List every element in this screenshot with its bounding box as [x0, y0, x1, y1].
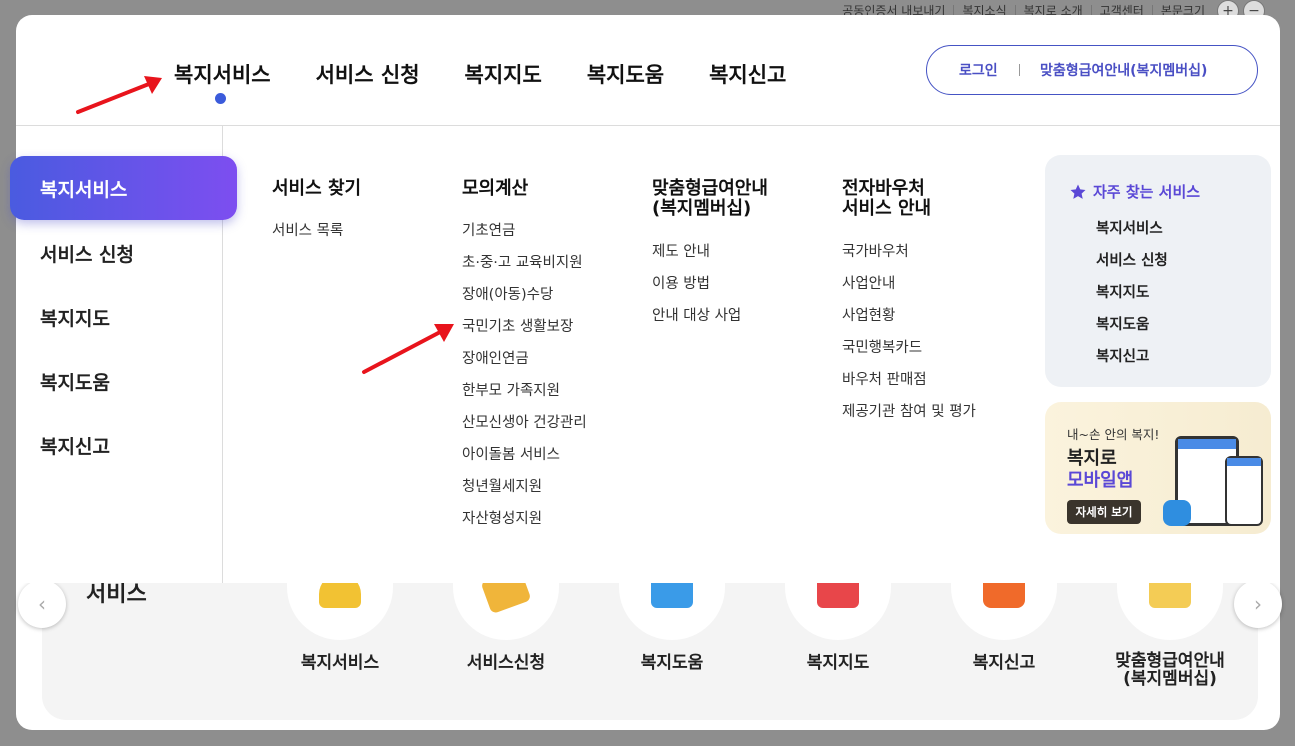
side-item-welfare-report[interactable]: 복지신고 [40, 432, 110, 459]
chevron-left-icon: ‹ [38, 592, 46, 616]
service-card-label: 복지도움 [640, 653, 704, 673]
app-banner-subtitle: 모바일앱 [1067, 470, 1134, 491]
menu-link-youth-rent[interactable]: 청년월세지원 [462, 479, 542, 495]
star-icon [1070, 184, 1086, 199]
carousel-next-button[interactable]: › [1234, 580, 1282, 628]
favorites-box: 자주 찾는 서비스 복지서비스 서비스 신청 복지지도 복지도움 복지신고 [1045, 155, 1271, 387]
menu-link-childcare[interactable]: 아이돌봄 서비스 [462, 447, 560, 463]
side-item-welfare-map[interactable]: 복지지도 [40, 304, 110, 331]
menu-link-service-list[interactable]: 서비스 목록 [272, 223, 343, 239]
gnb-item-welfare-help[interactable]: 복지도움 [587, 59, 664, 89]
menu-link-basic-livelihood[interactable]: 국민기초 생활보장 [462, 319, 573, 335]
favorites-title: 자주 찾는 서비스 [1093, 183, 1201, 201]
menu-column-simulation: 모의계산 기초연금 초·중·고 교육비지원 장애(아동)수당 국민기초 생활보장… [462, 178, 587, 528]
login-button[interactable]: 로그인 [927, 60, 1019, 80]
annotation-arrow-icon [76, 76, 162, 114]
menu-column-voucher: 전자바우처 서비스 안내 국가바우처 사업안내 사업현황 국민행복카드 바우처 … [842, 178, 976, 421]
menu-link-single-parent[interactable]: 한부모 가족지원 [462, 383, 560, 399]
menu-column-find-service: 서비스 찾기 서비스 목록 [272, 178, 362, 240]
mega-menu-panel: 복지서비스 서비스 신청 복지지도 복지도움 복지신고 로그인 맞춤형급여안내(… [10, 15, 1280, 583]
service-card-label: 복지신고 [972, 653, 1036, 673]
favorite-link-welfare-map[interactable]: 복지지도 [1096, 281, 1149, 302]
header: 복지서비스 서비스 신청 복지지도 복지도움 복지신고 로그인 맞춤형급여안내(… [16, 15, 1280, 126]
service-card-label: 복지서비스 [300, 653, 380, 673]
menu-link-program-info[interactable]: 사업안내 [842, 276, 895, 292]
menu-link-provider-evaluation[interactable]: 제공기관 참여 및 평가 [842, 404, 976, 420]
chevron-right-icon: › [1254, 592, 1262, 616]
favorite-link-welfare-service[interactable]: 복지서비스 [1096, 217, 1163, 238]
menu-link-how-to-use[interactable]: 이용 방법 [652, 276, 710, 292]
gnb-item-welfare-report[interactable]: 복지신고 [709, 59, 786, 89]
service-card-label: 복지지도 [806, 653, 870, 673]
phone-screen-header [1178, 439, 1236, 449]
menu-link-national-voucher[interactable]: 국가바우처 [842, 244, 909, 260]
favorites-heading: 자주 찾는 서비스 [1069, 181, 1200, 202]
menu-link-target-programs[interactable]: 안내 대상 사업 [652, 308, 741, 324]
column-heading: 서비스 찾기 [272, 178, 362, 199]
mobile-app-banner[interactable]: 내~손 안의 복지! 복지로 모바일앱 자세히 보기 [1045, 402, 1271, 534]
side-item-welfare-help[interactable]: 복지도움 [40, 368, 110, 395]
service-card-label: 맞춤형급여안내 (복지멤버십) [1115, 651, 1225, 689]
menu-link-maternal-newborn[interactable]: 산모신생아 건강관리 [462, 415, 587, 431]
gnb-item-welfare-map[interactable]: 복지지도 [465, 59, 542, 89]
app-logo-icon [1163, 500, 1191, 526]
gnb-item-service-apply[interactable]: 서비스 신청 [316, 59, 420, 89]
column-heading-line2: 서비스 안내 [842, 198, 932, 219]
column-heading-line1: 맞춤형급여안내 [652, 178, 768, 199]
phone-screen-header [1227, 458, 1261, 466]
membership-button[interactable]: 맞춤형급여안내(복지멤버십) [1020, 60, 1207, 80]
menu-link-disability-pension[interactable]: 장애인연금 [462, 351, 529, 367]
phone-mockup-small-icon [1225, 456, 1263, 526]
menu-link-disabled-child-allowance[interactable]: 장애(아동)수당 [462, 287, 553, 303]
app-banner-tagline: 내~손 안의 복지! [1067, 427, 1160, 442]
favorite-link-welfare-report[interactable]: 복지신고 [1096, 345, 1149, 366]
favorite-link-service-apply[interactable]: 서비스 신청 [1096, 249, 1168, 270]
menu-link-education-support[interactable]: 초·중·고 교육비지원 [462, 255, 583, 271]
side-item-welfare-service[interactable]: 복지서비스 [10, 156, 237, 220]
menu-link-program-status[interactable]: 사업현황 [842, 308, 895, 324]
favorite-link-welfare-help[interactable]: 복지도움 [1096, 313, 1149, 334]
service-card-label: 서비스신청 [466, 653, 546, 673]
menu-column-membership: 맞춤형급여안내 (복지멤버십) 제도 안내 이용 방법 안내 대상 사업 [652, 178, 768, 325]
side-menu: 복지서비스 서비스 신청 복지지도 복지도움 복지신고 [10, 126, 237, 583]
menu-link-asset-building[interactable]: 자산형성지원 [462, 511, 542, 527]
column-heading-line2: (복지멤버십) [652, 198, 752, 219]
menu-link-happiness-card[interactable]: 국민행복카드 [842, 340, 922, 356]
login-membership-box: 로그인 맞춤형급여안내(복지멤버십) [926, 45, 1258, 95]
column-heading-line1: 전자바우처 [842, 178, 925, 199]
menu-link-basic-pension[interactable]: 기초연금 [462, 223, 515, 239]
annotation-arrow-icon [362, 324, 454, 374]
global-nav: 복지서비스 서비스 신청 복지지도 복지도움 복지신고 [174, 59, 831, 104]
gnb-item-welfare-service[interactable]: 복지서비스 [174, 59, 271, 104]
carousel-prev-button[interactable]: ‹ [18, 580, 66, 628]
side-item-service-apply[interactable]: 서비스 신청 [40, 240, 134, 267]
column-heading: 모의계산 [462, 178, 529, 199]
menu-link-system-guide[interactable]: 제도 안내 [652, 244, 710, 260]
menu-link-voucher-store[interactable]: 바우처 판매점 [842, 372, 927, 388]
app-banner-detail-button[interactable]: 자세히 보기 [1067, 500, 1141, 524]
